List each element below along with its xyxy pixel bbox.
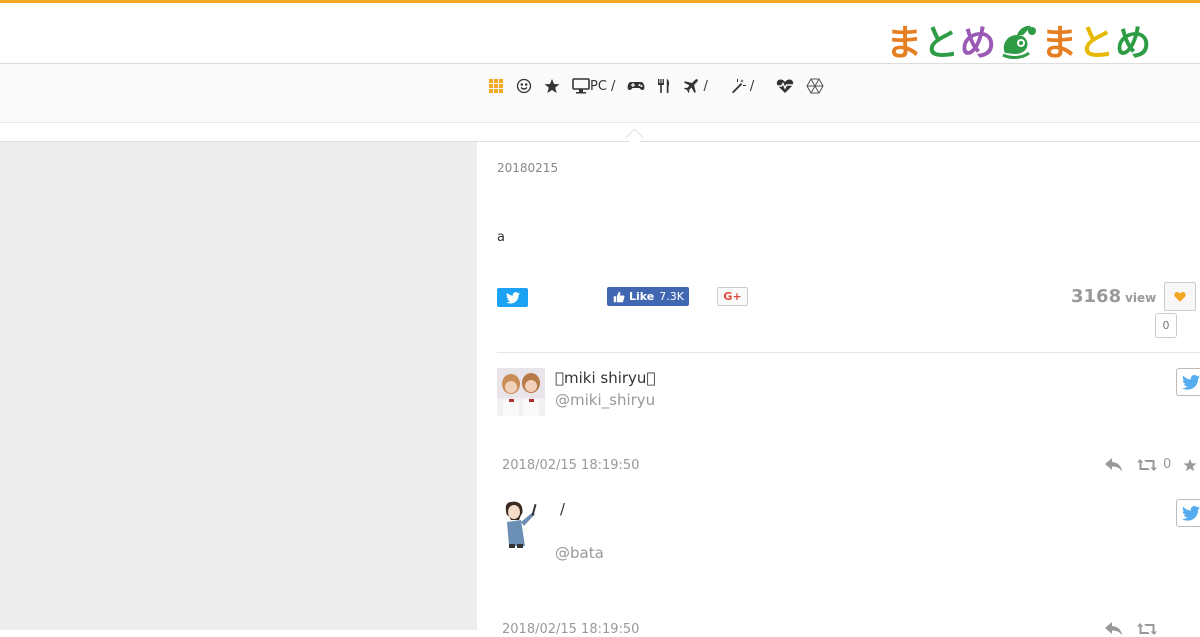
nav-item-travel[interactable]: / [683, 78, 708, 94]
magic-wand-icon [731, 79, 746, 94]
mascot-icon [1002, 25, 1037, 59]
heart-icon [1174, 291, 1186, 302]
logo-char: ま [1041, 23, 1079, 64]
nav-item-smile[interactable] [516, 78, 532, 94]
nav-item-pc[interactable]: PC / [572, 78, 615, 94]
avatar[interactable] [497, 498, 545, 548]
tweet-author-handle[interactable]: @bata [555, 544, 604, 562]
logo-char: め [960, 23, 998, 64]
thumbs-up-icon [613, 291, 625, 302]
retweet-button[interactable] [1137, 622, 1157, 636]
reply-icon [1105, 622, 1122, 636]
heartbeat-icon [777, 79, 794, 93]
twitter-icon [1182, 505, 1200, 521]
smile-icon [516, 78, 532, 94]
retweet-icon [1137, 623, 1157, 635]
view-count: 3168 [1071, 286, 1122, 307]
twitter-follow-button[interactable] [1176, 499, 1200, 527]
tweet-author-name[interactable]:  miki shiryu  [555, 369, 655, 387]
facebook-like-label: Like [629, 290, 655, 303]
nav-item-other[interactable] [806, 78, 824, 94]
retweet-button[interactable]: 0 [1137, 457, 1171, 472]
facebook-like-button[interactable]: Like 7.3K [607, 287, 689, 306]
avatar[interactable] [497, 368, 545, 416]
tweet-actions: 0 [1105, 457, 1200, 472]
desktop-icon [572, 78, 590, 94]
nav-item-star[interactable] [544, 78, 560, 94]
site-header: まとめ まとめ [0, 3, 1200, 64]
nav-sub-bar [0, 123, 1200, 142]
view-unit: view [1125, 291, 1157, 305]
view-counter: 3168 view [1071, 286, 1156, 307]
favorite-count: 0 [1155, 313, 1177, 338]
google-plus-button[interactable]: G+ [717, 287, 748, 306]
star-icon [1183, 458, 1197, 471]
logo-char: ま [886, 23, 924, 64]
article-body: a [497, 230, 505, 245]
star-icon [544, 79, 560, 93]
twitter-share-button[interactable] [497, 288, 528, 307]
grid-icon [489, 79, 503, 93]
logo-char: と [1078, 23, 1116, 64]
tweet-actions [1105, 622, 1171, 636]
facebook-like-count: 7.3K [659, 290, 684, 303]
nav-item-game[interactable] [627, 78, 645, 94]
left-sidebar [0, 142, 477, 630]
nav-item-label: / [703, 78, 708, 94]
twitter-icon [1182, 374, 1200, 390]
nav-item-food[interactable] [657, 78, 671, 94]
reply-button[interactable] [1105, 457, 1123, 472]
nav-item-magic[interactable]: / [730, 78, 754, 94]
cutlery-icon [658, 79, 670, 93]
category-nav-bar: PC / / / [0, 64, 1200, 123]
twitter-follow-button[interactable] [1176, 368, 1200, 396]
plane-icon [684, 79, 699, 93]
article-date: 20180215 [497, 161, 559, 175]
tweet-timestamp[interactable]: 2018/02/15 18:19:50 [502, 458, 639, 473]
hexagon-icon [806, 78, 824, 94]
nav-item-health[interactable] [776, 78, 794, 94]
retweet-count: 0 [1163, 457, 1172, 472]
tweet-text: / [560, 500, 566, 518]
tweet-author-handle[interactable]: @miki_shiryu [555, 391, 655, 409]
reply-icon [1105, 457, 1122, 471]
logo-char: め [1115, 23, 1153, 64]
reply-button[interactable] [1105, 622, 1123, 636]
nav-item-grid[interactable] [488, 78, 504, 94]
like-button[interactable] [1183, 458, 1197, 472]
user-avatar-image [497, 498, 545, 548]
article-main: 20180215 a Like 7.3K G+ 3168view 0 [477, 142, 1200, 637]
retweet-icon [1137, 458, 1157, 471]
nav-item-label: PC / [590, 78, 616, 94]
twitter-icon [505, 291, 520, 304]
site-logo[interactable]: まとめ まとめ [886, 14, 1152, 66]
section-divider [497, 352, 1200, 353]
logo-char: と [923, 23, 961, 64]
category-nav: PC / / / [488, 76, 836, 96]
nav-item-label: / [749, 78, 755, 94]
gamepad-icon [628, 82, 645, 91]
favorite-button[interactable] [1164, 282, 1196, 311]
user-avatar-image [497, 368, 545, 416]
